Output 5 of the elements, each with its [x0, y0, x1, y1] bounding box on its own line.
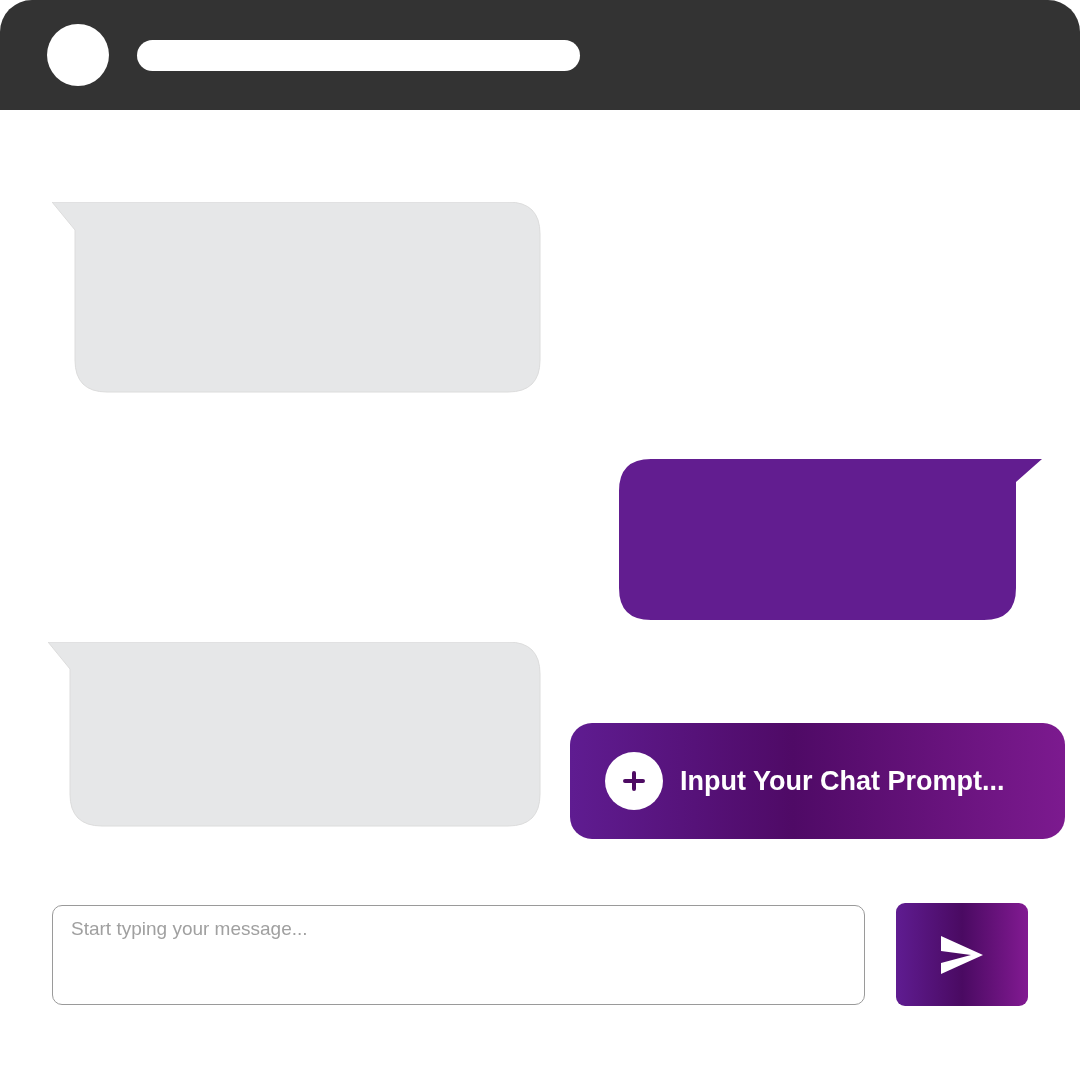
add-icon [604, 751, 664, 811]
prompt-button[interactable]: Input Your Chat Prompt... [570, 723, 1065, 839]
send-icon [941, 935, 983, 974]
message-field[interactable]: Start typing your message... [52, 904, 865, 1005]
send-button[interactable] [896, 903, 1028, 1006]
